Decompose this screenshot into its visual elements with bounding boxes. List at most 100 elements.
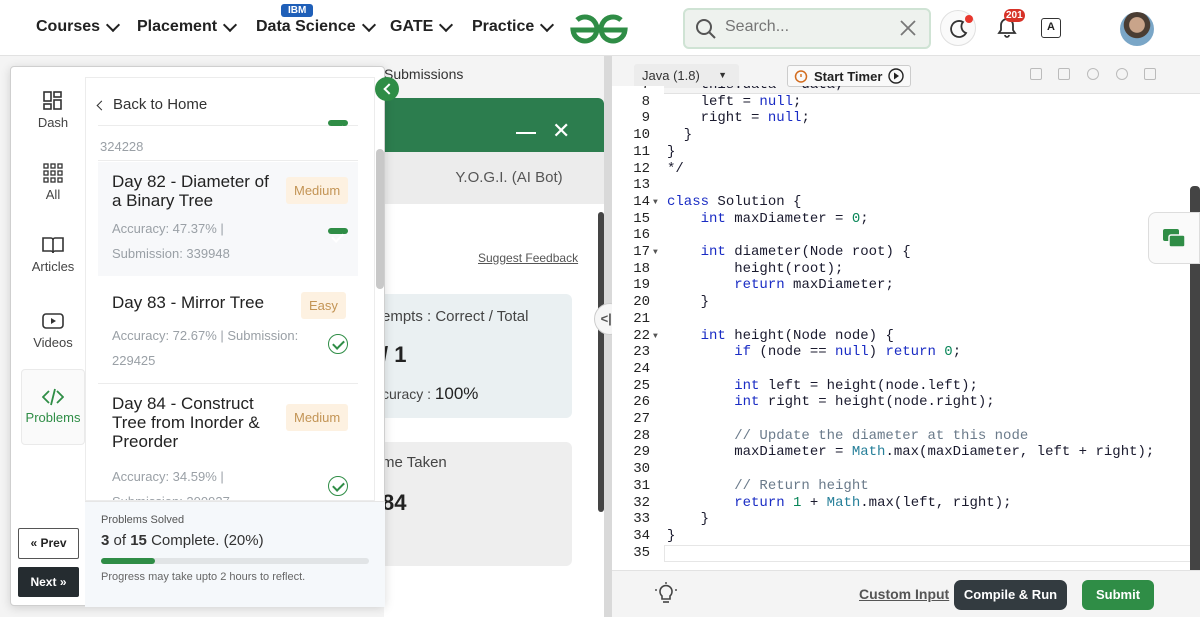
progress-heading: Problems Solved — [101, 514, 185, 526]
top-navbar: Courses Placement IBM Data Science GATE … — [0, 0, 1200, 56]
language-select[interactable]: Java (1.8) ▼ — [634, 64, 739, 88]
chevron-down-icon — [222, 17, 238, 32]
dark-mode-toggle[interactable] — [940, 10, 976, 46]
search-box[interactable] — [683, 8, 931, 49]
list-item[interactable]: Day 82 - Diameter of a Binary Tree Mediu… — [98, 162, 358, 276]
list-item[interactable]: Day 83 - Mirror Tree Easy Accuracy: 72.6… — [98, 284, 358, 384]
line-number: 20 — [633, 294, 650, 311]
next-button[interactable]: Next » — [18, 567, 79, 597]
nav-label: Placement — [137, 18, 218, 35]
line-number: 11 — [633, 143, 650, 160]
fold-arrow-icon[interactable]: ▼ — [653, 332, 658, 341]
difficulty-badge: Easy — [301, 292, 346, 319]
next-label: Next — [30, 575, 57, 589]
upload-icon[interactable] — [1058, 68, 1070, 80]
prev-arrow-icon: « — [30, 536, 38, 550]
chevron-down-icon — [439, 17, 454, 32]
prev-button[interactable]: « Prev — [18, 528, 79, 559]
lightbulb-icon[interactable] — [654, 581, 678, 605]
progress-bar — [101, 558, 369, 564]
sidebar-item-articles[interactable]: Articles — [21, 235, 85, 274]
fold-arrow-icon[interactable]: ▼ — [653, 198, 658, 207]
code-line: } — [667, 511, 710, 528]
sidebar-item-videos[interactable]: Videos — [21, 311, 85, 350]
collapse-panel-button[interactable] — [375, 77, 399, 101]
close-icon[interactable]: ✕ — [552, 118, 570, 144]
line-number: 15 — [633, 210, 650, 227]
caret-down-icon: ▼ — [718, 70, 727, 80]
chevron-left-icon — [96, 100, 107, 111]
search-input[interactable] — [725, 18, 885, 36]
avatar[interactable] — [1120, 12, 1154, 46]
notification-count: 201 — [1004, 9, 1025, 22]
fold-arrow-icon[interactable]: ▼ — [653, 248, 658, 257]
custom-input-link[interactable]: Custom Input — [859, 586, 949, 602]
grid-icon — [43, 163, 63, 183]
back-label: Back to Home — [113, 96, 208, 113]
line-number: 16 — [633, 227, 650, 244]
list-item[interactable]: Day 84 - Construct Tree from Inorder & P… — [98, 386, 358, 500]
submit-button[interactable]: Submit — [1082, 580, 1154, 610]
line-number: 8 — [641, 93, 650, 110]
difficulty-badge: Medium — [286, 177, 349, 204]
line-number: 28 — [633, 427, 650, 444]
accuracy-value: 100% — [434, 384, 479, 403]
settings-icon[interactable] — [1087, 68, 1099, 80]
nav-placement[interactable]: Placement — [137, 17, 238, 36]
time-value: 84 — [382, 490, 407, 515]
problem-submission: 229425 — [112, 353, 156, 368]
accuracy-label: curacy : — [382, 386, 432, 402]
line-number: 33 — [633, 511, 650, 528]
alarm-icon — [794, 70, 808, 83]
line-number: 9 — [641, 110, 650, 127]
sidebar-item-problems[interactable]: Problems — [21, 369, 85, 445]
fullscreen-icon[interactable] — [1144, 68, 1156, 80]
translate-icon[interactable]: A — [1041, 18, 1061, 38]
sidebar-item-all[interactable]: All — [21, 163, 85, 202]
code-line: // Return height — [667, 477, 869, 494]
list-scrollbar[interactable] — [376, 149, 384, 289]
sidebar-item-dash[interactable]: Dash — [21, 91, 85, 130]
nav-practice[interactable]: Practice — [472, 17, 555, 36]
code-line: return 1 + Math.max(left, right); — [734, 494, 1012, 511]
dashboard-icon — [43, 91, 62, 110]
ai-bot-header: ✕ — [384, 98, 604, 152]
back-to-home-link[interactable]: Back to Home — [96, 96, 208, 113]
nav-gate[interactable]: GATE — [390, 17, 454, 36]
code-editor-pane: Java (1.8) ▼ Start Timer 7 this.data = da… — [612, 56, 1200, 617]
nav-data-science[interactable]: Data Science — [256, 17, 376, 36]
reset-icon[interactable] — [1116, 68, 1128, 80]
compile-run-button[interactable]: Compile & Run — [954, 580, 1067, 610]
gfg-logo[interactable] — [567, 12, 631, 46]
attempted-check-icon — [328, 334, 348, 354]
tab-ai-bot[interactable]: Y.O.G.I. (AI Bot) — [384, 152, 604, 204]
minimize-icon[interactable] — [516, 132, 536, 134]
copy-icon[interactable] — [1030, 68, 1042, 80]
attempts-card: empts : Correct / Total / 1 curacy : 100… — [372, 294, 572, 418]
problem-submission: Submission: 200937 — [112, 489, 230, 500]
problem-submission: Submission: 339948 — [112, 246, 230, 261]
language-value: Java (1.8) — [642, 68, 700, 83]
total-count: 15 — [130, 532, 147, 549]
line-number: 31 — [633, 477, 650, 494]
start-timer-button[interactable]: Start Timer — [787, 65, 912, 87]
problem-title: Day 84 - Construct Tree from Inorder & P… — [112, 394, 260, 451]
progress-text: 3 of 15 Complete. (20%) — [101, 532, 264, 549]
pane-divider[interactable] — [604, 56, 612, 617]
code-line: int left = height(node.left); — [734, 377, 978, 394]
suggest-feedback-link[interactable]: Suggest Feedback — [478, 251, 578, 265]
line-number: 23 — [633, 344, 650, 361]
nav-courses[interactable]: Courses — [36, 17, 121, 36]
progress-suffix: Complete. (20%) — [151, 532, 264, 549]
code-area[interactable]: 7 this.data = data; 8 left = null; 9 right… — [612, 86, 1200, 596]
code-line: } — [667, 127, 693, 144]
tab-submissions[interactable]: Submissions — [384, 66, 463, 82]
code-line: */ — [667, 160, 684, 177]
problem-accuracy: Accuracy: 47.37% | — [112, 221, 224, 236]
editor-footer: Custom Input Compile & Run Submit — [612, 570, 1200, 617]
chat-widget-button[interactable] — [1148, 212, 1200, 264]
time-card: me Taken 84 — [372, 442, 572, 566]
close-icon[interactable] — [899, 19, 917, 37]
chevron-down-icon — [540, 17, 555, 32]
code-line: } — [667, 294, 710, 311]
